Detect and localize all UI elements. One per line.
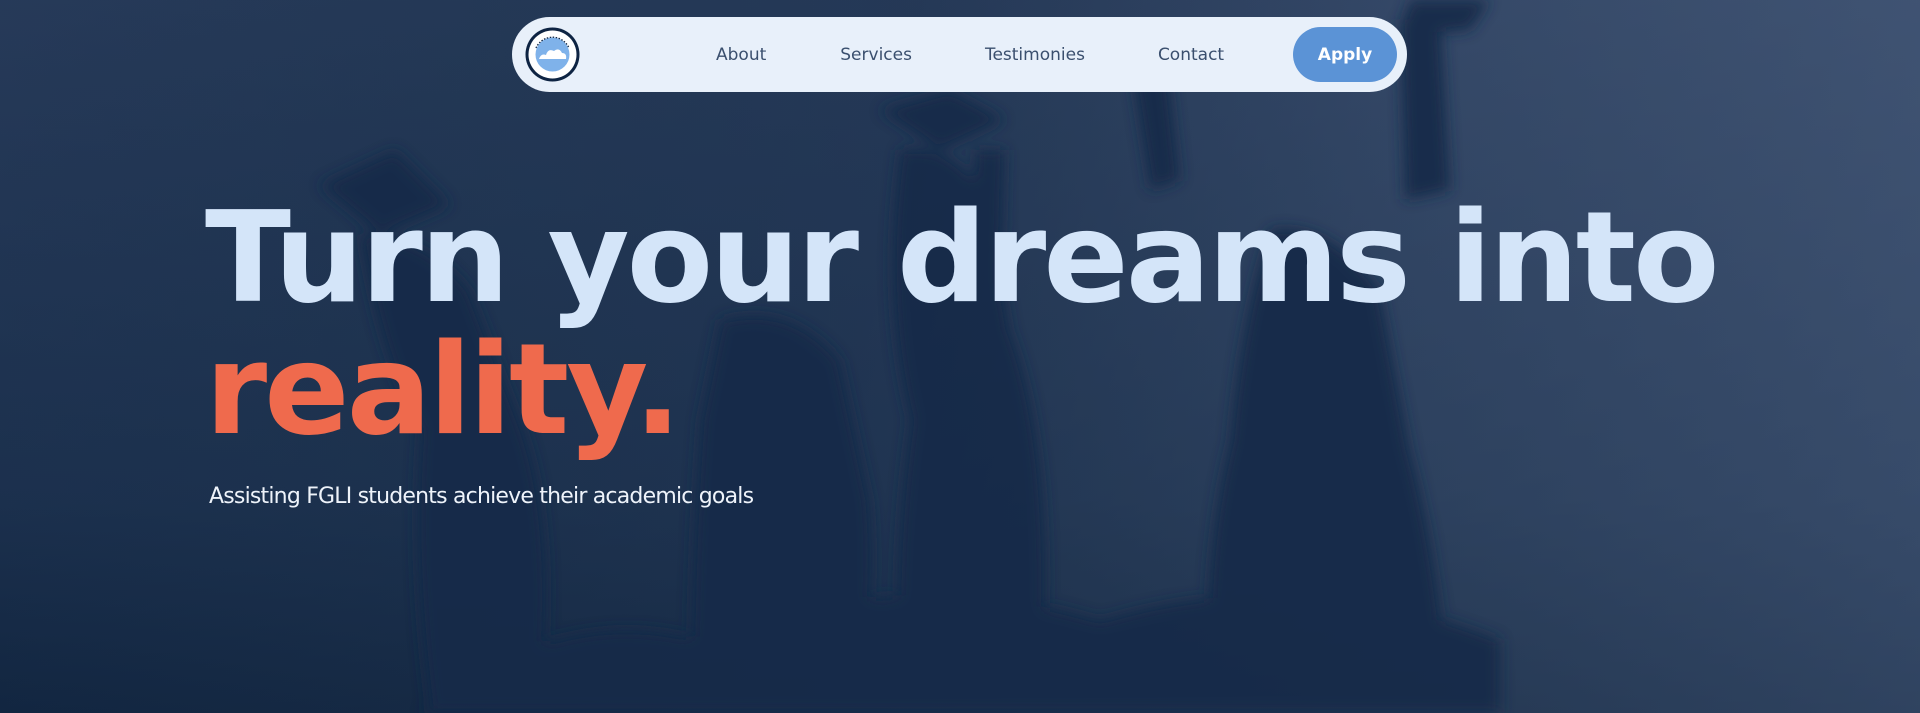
nav-link-testimonies[interactable]: Testimonies <box>985 45 1085 65</box>
nav-link-about[interactable]: About <box>716 45 766 65</box>
headline-line-1: Turn your dreams into <box>205 184 1720 331</box>
hero-section: About Services Testimonies Contact Apply… <box>0 0 1920 713</box>
top-navbar: About Services Testimonies Contact Apply <box>512 17 1407 92</box>
headline-line-2-accent: reality. <box>205 316 682 463</box>
cloud-seal-logo-icon[interactable] <box>524 26 581 83</box>
nav-links: About Services Testimonies Contact <box>716 17 1224 92</box>
apply-button[interactable]: Apply <box>1293 27 1397 82</box>
nav-link-contact[interactable]: Contact <box>1158 45 1224 65</box>
hero-subtitle: Assisting FGLI students achieve their ac… <box>209 484 754 509</box>
hero-headline: Turn your dreams into reality. <box>205 184 1720 463</box>
nav-link-services[interactable]: Services <box>840 45 912 65</box>
